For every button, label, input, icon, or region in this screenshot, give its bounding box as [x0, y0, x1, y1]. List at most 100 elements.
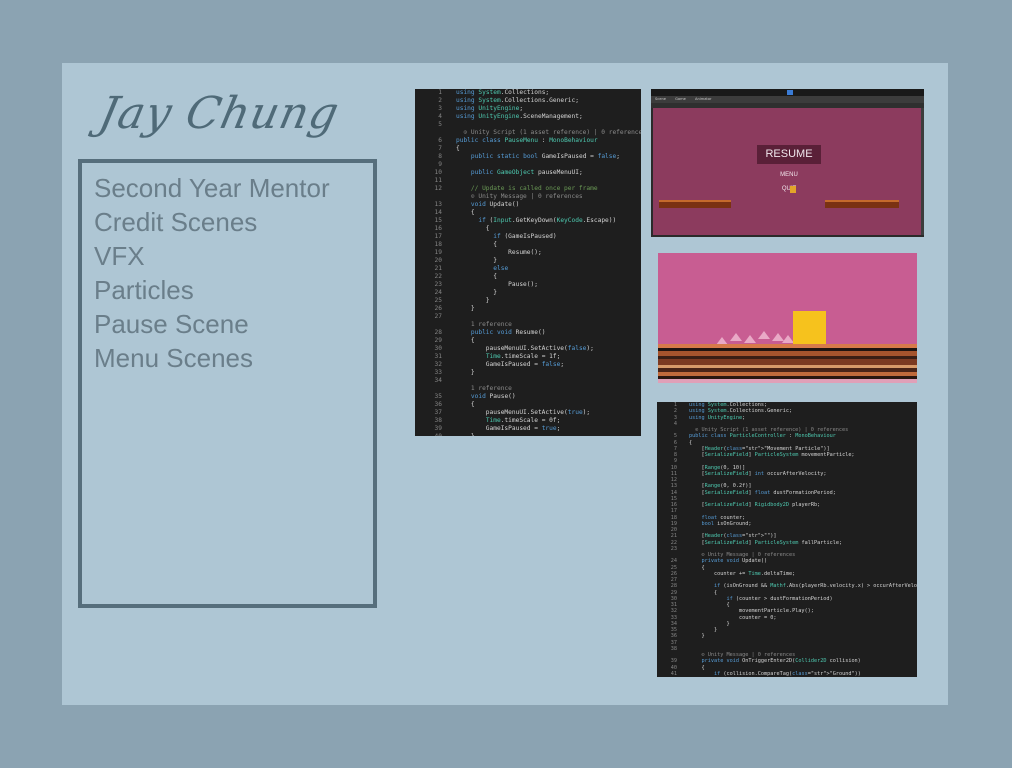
code-text: void Update()	[470, 201, 520, 208]
line-number: 23	[434, 281, 442, 288]
code-text: Resume();	[456, 249, 542, 256]
code-text: using UnityEngine;	[456, 105, 524, 112]
code-line: 33 }	[415, 369, 641, 377]
line-number: 4	[438, 113, 442, 120]
code-text: pauseMenuUI.SetActive(true);	[456, 409, 591, 416]
code-line: 17 if (GameIsPaused)	[415, 233, 641, 241]
code-text: {	[456, 241, 497, 248]
particle-game-screenshot	[658, 253, 917, 383]
code-line: 32 GameIsPaused = false;	[415, 361, 641, 369]
line-number: 2	[438, 97, 442, 104]
code-line: 8 public static bool GameIsPaused = fals…	[415, 153, 641, 161]
code-line: 35 void Pause()	[415, 393, 641, 401]
code-line: 25 }	[415, 297, 641, 305]
code-text: }	[456, 433, 641, 436]
code-line: 5	[415, 121, 641, 129]
line-number: 9	[438, 161, 442, 168]
code-line: 27	[415, 313, 641, 321]
code-text: ⊙ Unity Message | 0 references	[456, 193, 583, 200]
code-line: 7{	[415, 145, 641, 153]
line-number: 32	[434, 361, 442, 368]
line-number: 11	[434, 177, 442, 184]
line-number: 30	[434, 345, 442, 352]
code-line: 24 }	[415, 289, 641, 297]
particle-controller-code-screenshot: 1 using System.Collections; 2 using System.…	[657, 402, 917, 677]
menu-button: MENU	[780, 172, 798, 178]
unity-tab-bar: Scene Game Animator	[651, 96, 924, 103]
code-line: 11	[415, 177, 641, 185]
code-text: {	[456, 273, 497, 280]
line-number: 27	[434, 313, 442, 320]
line-number	[415, 385, 456, 393]
topic-item: Second Year Mentor	[94, 173, 330, 203]
line-number: 33	[434, 369, 442, 376]
line-number: 26	[434, 305, 442, 312]
line-number: 16	[434, 225, 442, 232]
line-number: 15	[434, 217, 442, 224]
code-line: 19 Resume();	[415, 249, 641, 257]
tab-scene: Scene	[655, 97, 666, 101]
code-text: public static bool GameIsPaused = false;	[470, 153, 620, 160]
code-text: public void Resume()	[470, 329, 546, 336]
resume-button: RESUME	[757, 145, 821, 164]
dust-particle-icon	[744, 335, 756, 343]
player-cursor-icon	[790, 186, 796, 193]
tab-game: Game	[675, 97, 686, 101]
code-text: if (collision.CompareTag(class="str">"Gr…	[714, 670, 861, 677]
line-number: 10	[434, 169, 442, 176]
code-line: 37 pauseMenuUI.SetActive(true);	[415, 409, 641, 417]
code-text: }	[456, 305, 475, 312]
line-number: 18	[434, 241, 442, 248]
line-number: 38	[434, 417, 442, 424]
line-number: 17	[434, 233, 442, 240]
line-number: 12	[434, 185, 442, 192]
code-text: Pause();	[456, 281, 538, 288]
code-line: 39 GameIsPaused = true;	[415, 425, 641, 433]
line-number: 13	[434, 201, 442, 208]
scrollbar	[921, 108, 924, 235]
line-number: 24	[434, 289, 442, 296]
code-text: void Pause()	[470, 393, 516, 400]
code-line: 20 }	[415, 257, 641, 265]
line-number	[415, 129, 456, 137]
code-text: using System.Collections;	[456, 89, 550, 96]
code-line: ⊙ Unity Message | 0 references	[415, 193, 641, 201]
line-number: 19	[434, 249, 442, 256]
code-line: 36 {	[415, 401, 641, 409]
topic-item: Particles	[94, 275, 194, 305]
code-line: 34	[415, 377, 641, 385]
code-line: 10 public GameObject pauseMenuUI;	[415, 169, 641, 177]
line-number: 5	[438, 121, 442, 128]
code-line: 2 using System.Collections.Generic;	[415, 97, 641, 105]
line-number: 6	[438, 137, 442, 144]
code-line: 22 {	[415, 273, 641, 281]
pause-game-view: RESUME MENU QUIT	[653, 108, 922, 235]
line-number: 3	[438, 105, 442, 112]
code-text: if (GameIsPaused)	[493, 233, 557, 240]
pause-menu-code-screenshot: 1 using System.Collections; 2 using System.…	[415, 89, 641, 436]
line-number: 22	[434, 273, 442, 280]
line-number: 29	[434, 337, 442, 344]
line-number: 41	[670, 670, 677, 677]
code-line: 41 if (collision.CompareTag(class="str">…	[657, 671, 917, 677]
code-line: 12 // Update is called once per frame	[415, 185, 641, 193]
line-number: 28	[434, 329, 442, 336]
code-line: 23 Pause();	[415, 281, 641, 289]
unity-pause-screenshot: Scene Game Animator RESUME MENU QUIT	[651, 89, 924, 237]
code-line: 30 pauseMenuUI.SetActive(false);	[415, 345, 641, 353]
code-line: 26 }	[415, 305, 641, 313]
quit-button: QUIT	[781, 186, 797, 192]
line-number: 37	[434, 409, 442, 416]
code-text: if (Input.GetKeyDown(KeyCode.Escape))	[478, 217, 617, 224]
line-number: 1	[438, 89, 442, 96]
player-square	[793, 311, 826, 344]
code-text: }	[456, 257, 497, 264]
topic-item: VFX	[94, 241, 145, 271]
line-number: 31	[434, 353, 442, 360]
line-number: 8	[438, 153, 442, 160]
unity-toolbar	[651, 89, 924, 96]
